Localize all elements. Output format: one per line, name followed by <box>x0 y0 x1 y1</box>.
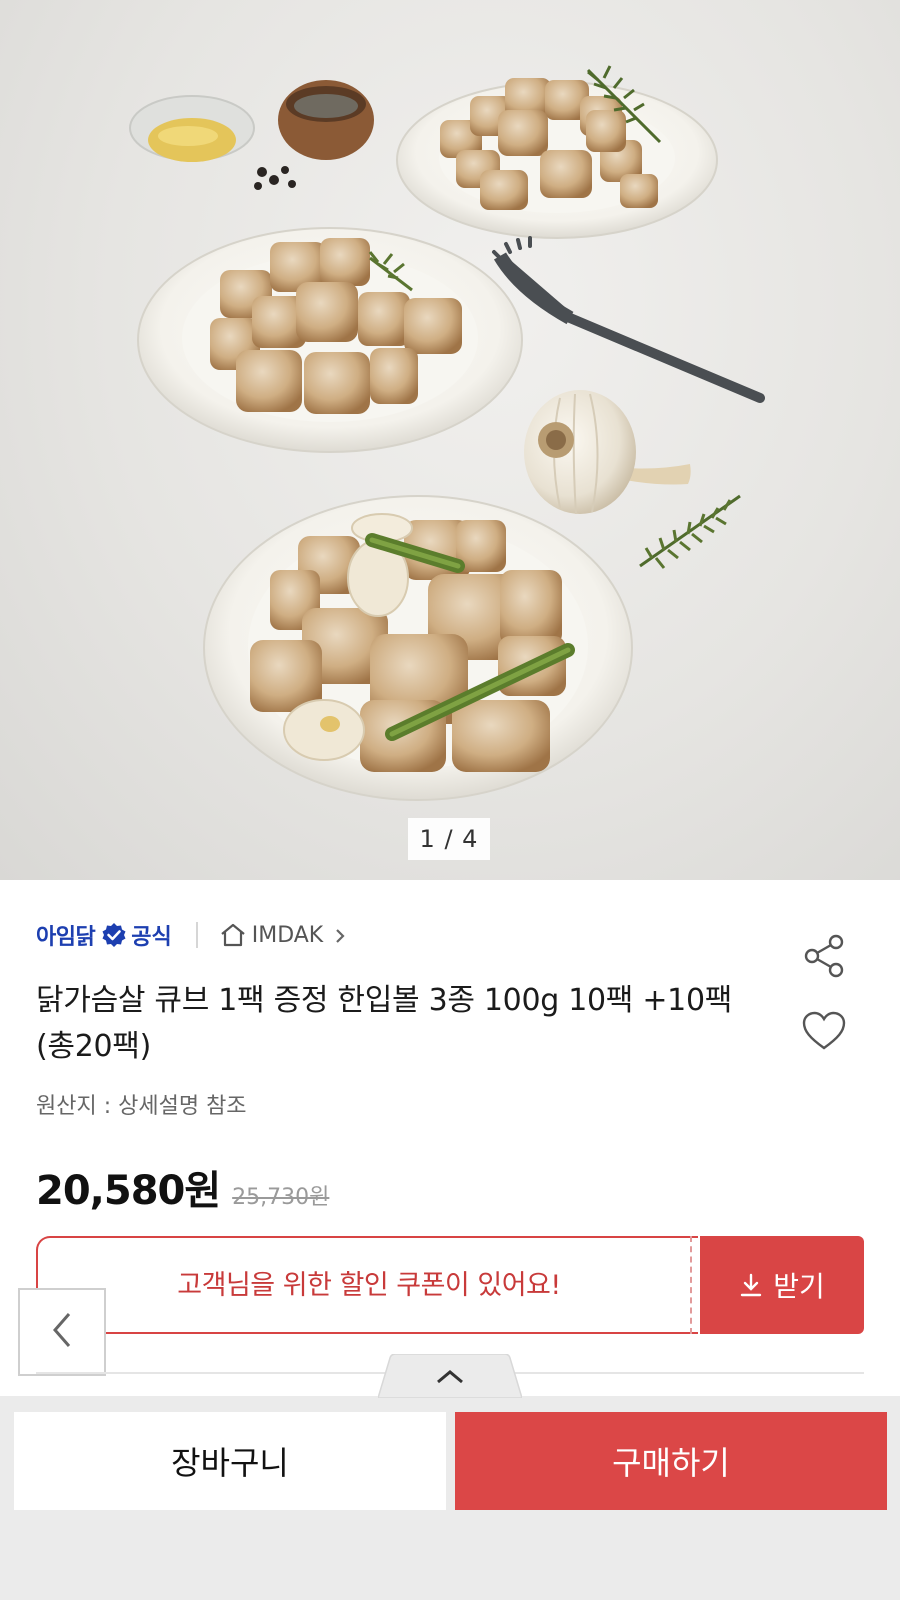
coupon-download-button[interactable]: 받기 <box>700 1236 864 1334</box>
product-image-carousel[interactable]: 1 / 4 <box>0 0 900 880</box>
coupon-banner[interactable]: 고객님을 위한 할인 쿠폰이 있어요! <box>36 1236 698 1334</box>
product-photo <box>129 65 765 801</box>
chevron-right-icon <box>333 926 347 944</box>
coupon-button-label: 받기 <box>773 1270 825 1303</box>
chevron-left-icon <box>47 1310 77 1354</box>
share-icon[interactable] <box>800 932 848 980</box>
image-pager: 1 / 4 <box>408 818 490 860</box>
store-link[interactable]: IMDAK <box>218 922 348 948</box>
coupon-divider <box>690 1236 700 1334</box>
seller-name[interactable]: 아임닭 <box>36 919 96 951</box>
product-origin: 원산지 : 상세설명 참조 <box>36 1094 247 1119</box>
official-label: 공식 <box>131 925 172 950</box>
seller-row: 아임닭 공식 IMDAK <box>36 918 347 952</box>
collapse-toggle[interactable] <box>376 1353 524 1399</box>
buy-button[interactable]: 구매하기 <box>455 1412 887 1510</box>
original-price: 25,730원 <box>232 1185 330 1210</box>
download-icon <box>739 1272 763 1298</box>
buy-button-label: 구매하기 <box>612 1444 730 1482</box>
divider <box>195 922 198 948</box>
coupon-message: 고객님을 위한 할인 쿠폰이 있어요! <box>177 1270 561 1301</box>
home-icon <box>218 922 248 948</box>
heart-icon[interactable] <box>800 1008 848 1054</box>
price-row: 20,580원 25,730원 <box>36 1158 329 1216</box>
cart-button[interactable]: 장바구니 <box>14 1412 446 1510</box>
product-title: 닭가슴살 큐브 1팩 증정 한입볼 3종 100g 10팩 +10팩 (총20팩… <box>36 983 733 1064</box>
store-name: IMDAK <box>251 922 324 948</box>
sale-price: 20,580원 <box>36 1168 221 1214</box>
cart-button-label: 장바구니 <box>171 1444 289 1482</box>
back-button[interactable] <box>18 1288 106 1376</box>
verified-badge-icon <box>101 922 127 948</box>
